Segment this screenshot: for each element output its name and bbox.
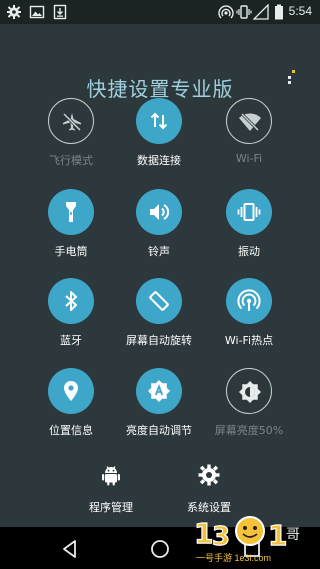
data-arrows-icon xyxy=(150,112,168,130)
app-manager-label: 程序管理 xyxy=(89,501,133,514)
tile-wifi[interactable]: Wi-Fi xyxy=(202,98,294,178)
wifi-toggle[interactable] xyxy=(226,98,272,144)
tile-label: 亮度自动调节 xyxy=(126,424,192,437)
tile-ringtone[interactable]: 铃声 xyxy=(112,189,204,269)
bluetooth-icon xyxy=(65,291,77,311)
location-pin-icon xyxy=(64,381,78,401)
android-robot-icon xyxy=(102,466,120,486)
tile-label: Wi-Fi热点 xyxy=(224,334,274,347)
tile-airplane-mode[interactable]: 飞行模式 xyxy=(24,98,116,178)
wifi-hotspot-toggle[interactable] xyxy=(226,278,272,324)
svg-text:3: 3 xyxy=(212,522,230,552)
volume-icon xyxy=(150,204,170,220)
tile-flashlight[interactable]: 手电筒 xyxy=(24,189,116,269)
flashlight-icon xyxy=(66,202,76,222)
tile-label: 位置信息 xyxy=(49,424,93,437)
app-manager-button[interactable]: 程序管理 xyxy=(61,463,161,523)
tile-label: 铃声 xyxy=(148,245,170,258)
vibrate-icon xyxy=(237,203,261,221)
data-connection-toggle[interactable] xyxy=(136,98,182,144)
tile-label: 手电筒 xyxy=(54,245,88,258)
overflow-menu-icon[interactable] xyxy=(286,70,296,86)
tile-label: 数据连接 xyxy=(137,154,181,167)
settings-gear-icon xyxy=(7,5,21,19)
wifi-off-icon xyxy=(239,112,261,132)
auto-rotate-toggle[interactable] xyxy=(136,278,182,324)
gear-icon xyxy=(198,464,220,486)
status-time: 5:54 xyxy=(288,4,312,18)
svg-text:1: 1 xyxy=(194,517,213,550)
hotspot-icon xyxy=(237,289,261,311)
auto-brightness-toggle[interactable] xyxy=(136,368,182,414)
airplane-mode-toggle[interactable] xyxy=(48,98,94,144)
tile-label: 飞行模式 xyxy=(49,154,93,167)
status-bar: 5:54 xyxy=(0,0,320,24)
brightness-half-icon xyxy=(239,381,261,403)
flashlight-toggle[interactable] xyxy=(48,189,94,235)
tile-data-connection[interactable]: 数据连接 xyxy=(112,98,204,178)
ringtone-toggle[interactable] xyxy=(136,189,182,235)
watermark-logo: 1 3 1 哥 一号手游 1e3i.com xyxy=(190,513,318,565)
screen-brightness-toggle[interactable] xyxy=(226,368,272,414)
svg-text:1: 1 xyxy=(268,519,287,552)
tile-label: 屏幕亮度50% xyxy=(214,424,284,437)
watermark-logo-icon: 1 3 1 哥 xyxy=(193,516,300,553)
tile-bluetooth[interactable]: 蓝牙 xyxy=(24,278,116,358)
vibrate-icon xyxy=(236,5,252,19)
watermark-text: 一号手游 1e3i.com xyxy=(196,553,272,563)
tile-screen-brightness[interactable]: 屏幕亮度50% xyxy=(202,368,294,448)
tile-label: Wi-Fi xyxy=(235,152,263,165)
tile-vibrate[interactable]: 振动 xyxy=(202,189,294,269)
back-icon[interactable] xyxy=(59,538,81,560)
tile-auto-brightness[interactable]: 亮度自动调节 xyxy=(112,368,204,448)
signal-icon xyxy=(253,4,269,20)
download-icon xyxy=(53,4,67,20)
airplane-off-icon xyxy=(62,112,82,132)
location-toggle[interactable] xyxy=(48,368,94,414)
tile-label: 屏幕自动旋转 xyxy=(126,334,192,347)
hotspot-icon xyxy=(218,5,234,19)
tile-auto-rotate[interactable]: 屏幕自动旋转 xyxy=(112,278,204,358)
battery-icon xyxy=(275,4,283,20)
quick-settings-panel: 快捷设置专业版 飞行模式 数据连接 Wi-Fi 手电筒 铃声 振动 蓝牙 屏幕自… xyxy=(0,24,320,527)
tile-label: 振动 xyxy=(238,245,260,258)
svg-text:哥: 哥 xyxy=(286,527,300,543)
brightness-auto-icon xyxy=(148,380,170,402)
tile-location[interactable]: 位置信息 xyxy=(24,368,116,448)
tile-wifi-hotspot[interactable]: Wi-Fi热点 xyxy=(202,278,294,358)
tile-label: 蓝牙 xyxy=(60,334,82,347)
screen-rotation-icon xyxy=(149,291,169,311)
vibrate-toggle[interactable] xyxy=(226,189,272,235)
home-icon[interactable] xyxy=(149,538,171,560)
image-icon xyxy=(29,5,45,19)
bluetooth-toggle[interactable] xyxy=(48,278,94,324)
